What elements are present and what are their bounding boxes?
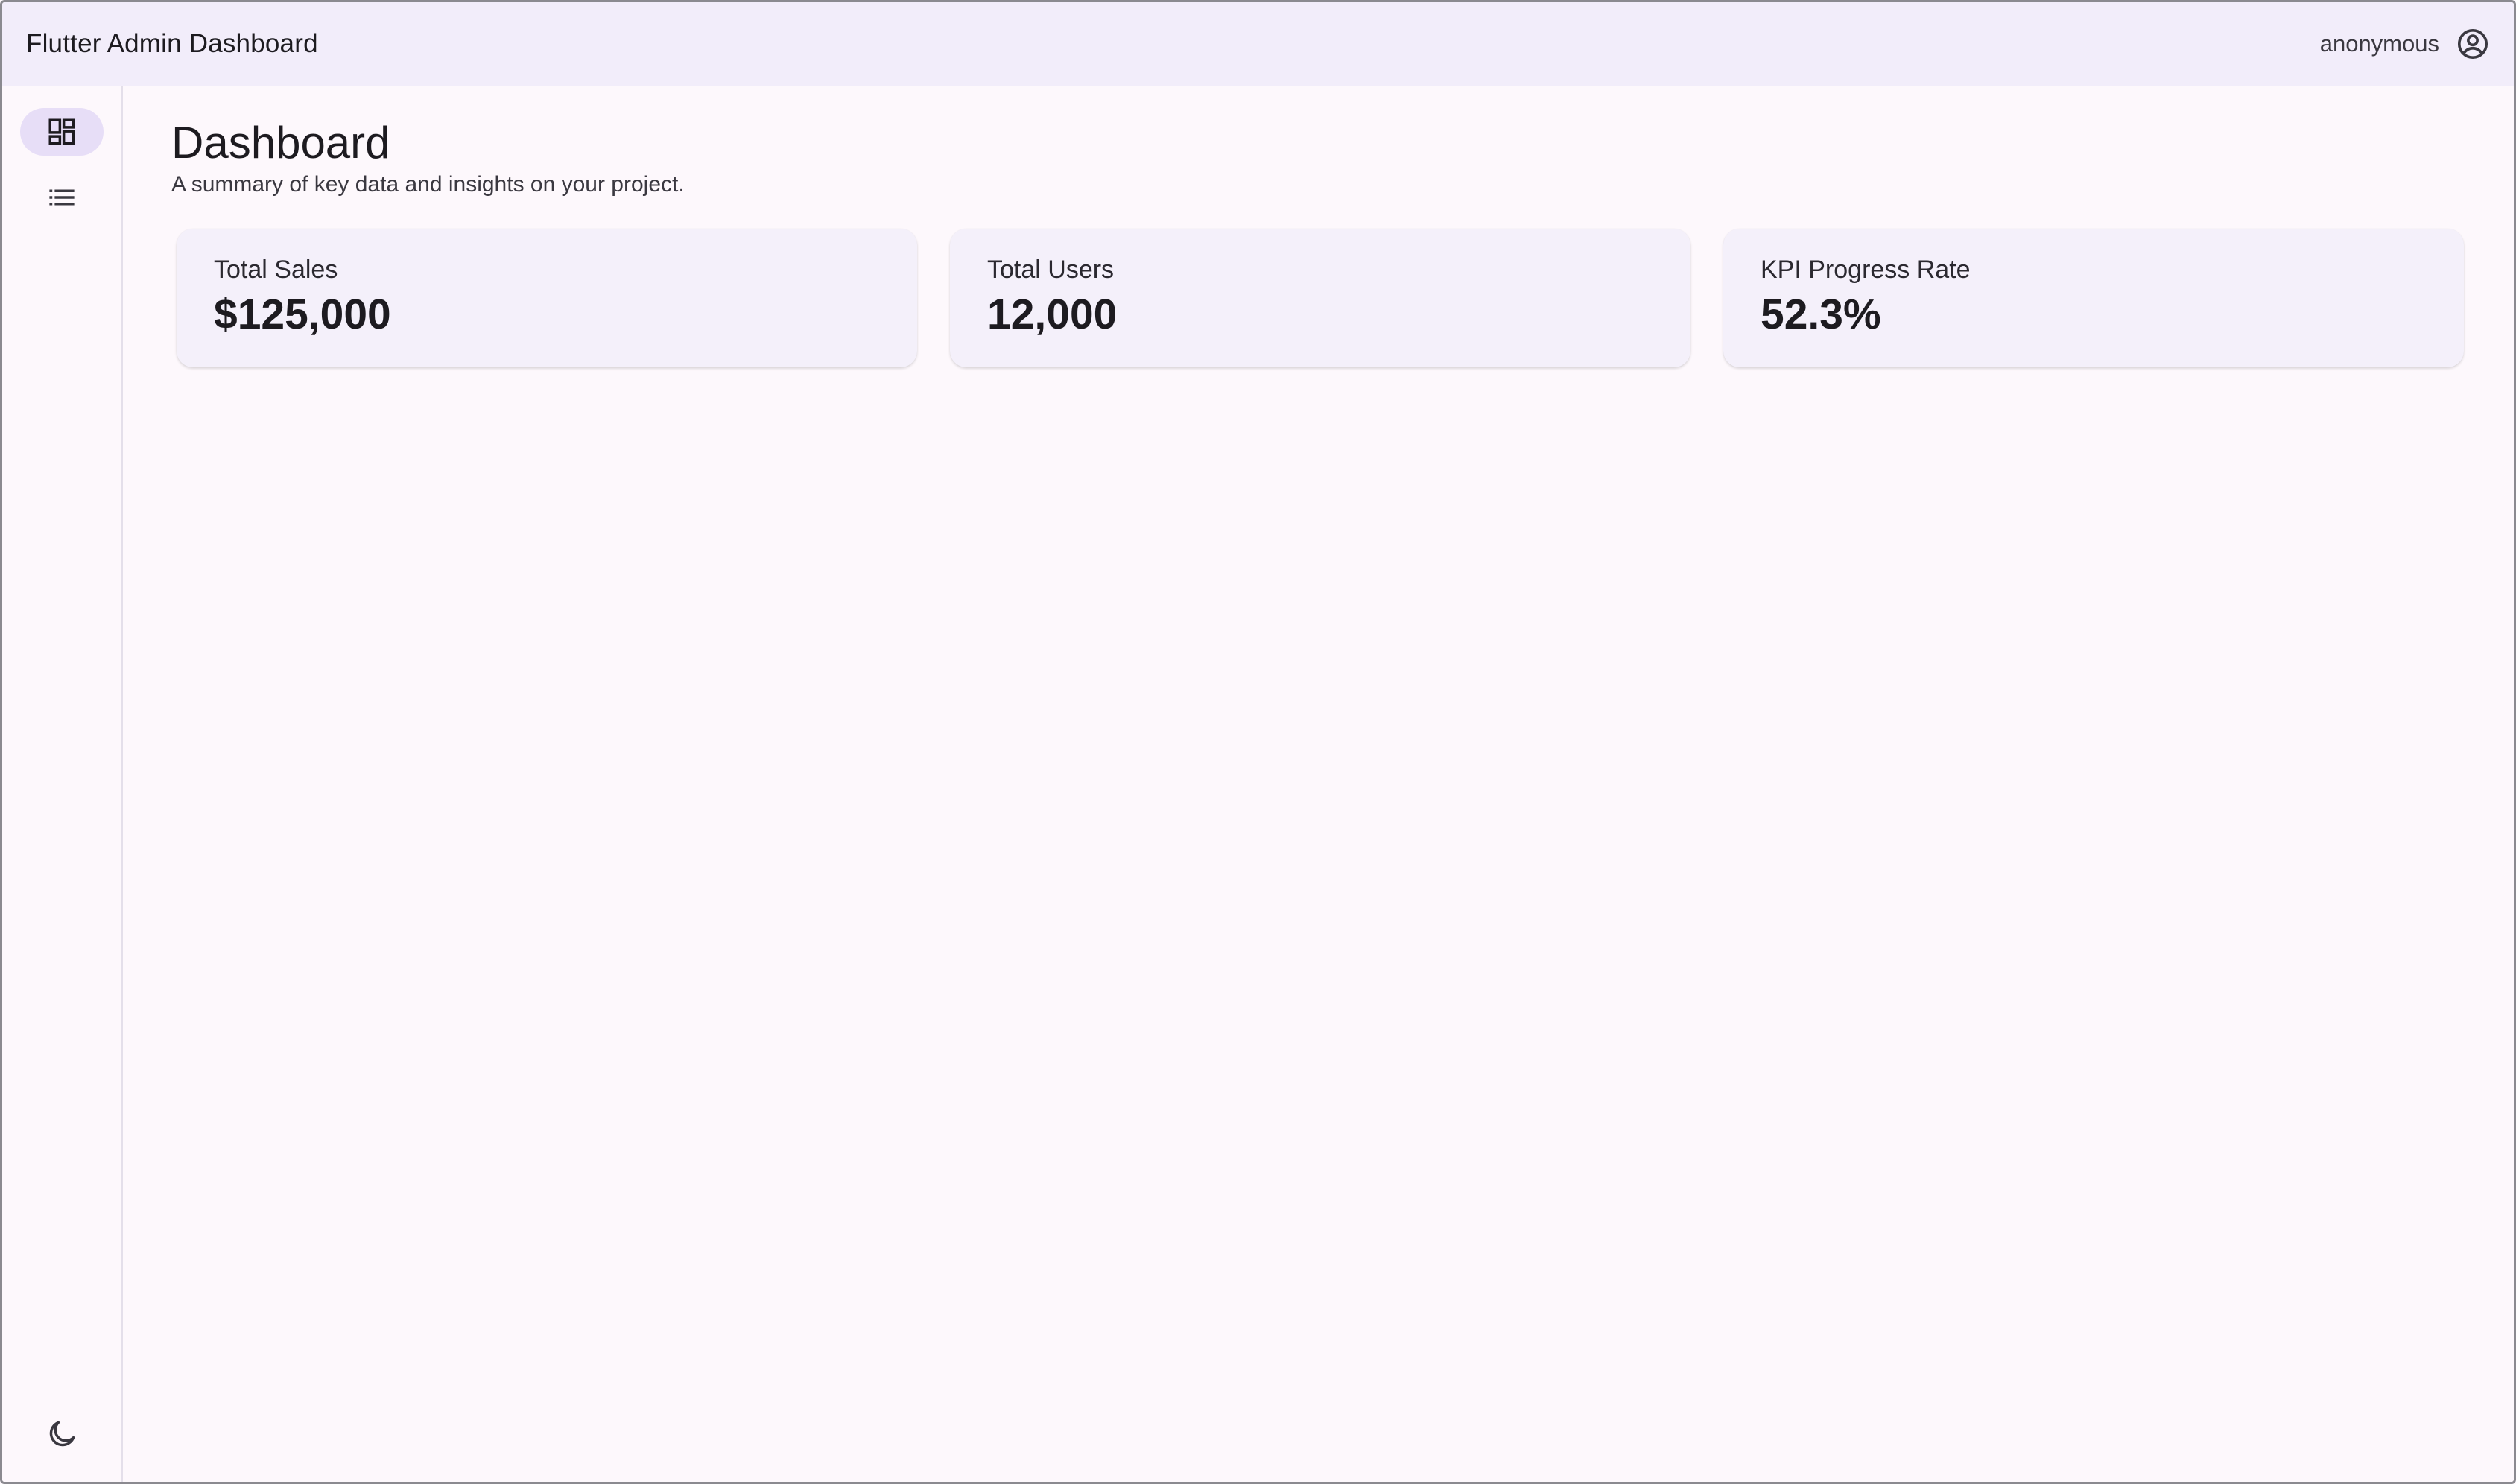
rail-item-dashboard[interactable] — [20, 108, 104, 156]
card-kpi-progress-rate: KPI Progress Rate 52.3% — [1723, 229, 2464, 367]
account-circle-icon[interactable] — [2456, 27, 2490, 61]
card-value: 12,000 — [987, 291, 1118, 338]
app-title: Flutter Admin Dashboard — [26, 29, 318, 58]
page-subtitle: A summary of key data and insights on yo… — [171, 172, 685, 197]
list-icon — [46, 182, 77, 213]
card-total-sales: Total Sales $125,000 — [177, 229, 917, 367]
card-value: 52.3% — [1761, 291, 1881, 338]
card-label: Total Users — [987, 256, 1115, 284]
theme-toggle-button[interactable] — [42, 1415, 81, 1453]
moon-icon — [45, 1418, 78, 1450]
main-content: Dashboard A summary of key data and insi… — [123, 86, 2514, 1482]
navigation-rail — [2, 86, 123, 1482]
card-label: KPI Progress Rate — [1761, 256, 1971, 284]
dashboard-icon — [46, 116, 77, 148]
card-value: $125,000 — [214, 291, 391, 338]
user-menu[interactable]: anonymous — [2320, 27, 2490, 61]
card-total-users: Total Users 12,000 — [950, 229, 1690, 367]
app-bar: Flutter Admin Dashboard anonymous — [2, 2, 2514, 86]
summary-cards: Total Sales $125,000 Total Users 12,000 … — [177, 229, 2514, 367]
user-name: anonymous — [2319, 31, 2439, 57]
page-title: Dashboard — [171, 118, 390, 168]
rail-item-list[interactable] — [20, 174, 104, 221]
card-label: Total Sales — [214, 256, 338, 284]
app-window: Flutter Admin Dashboard anonymous Dashbo… — [0, 0, 2516, 1484]
